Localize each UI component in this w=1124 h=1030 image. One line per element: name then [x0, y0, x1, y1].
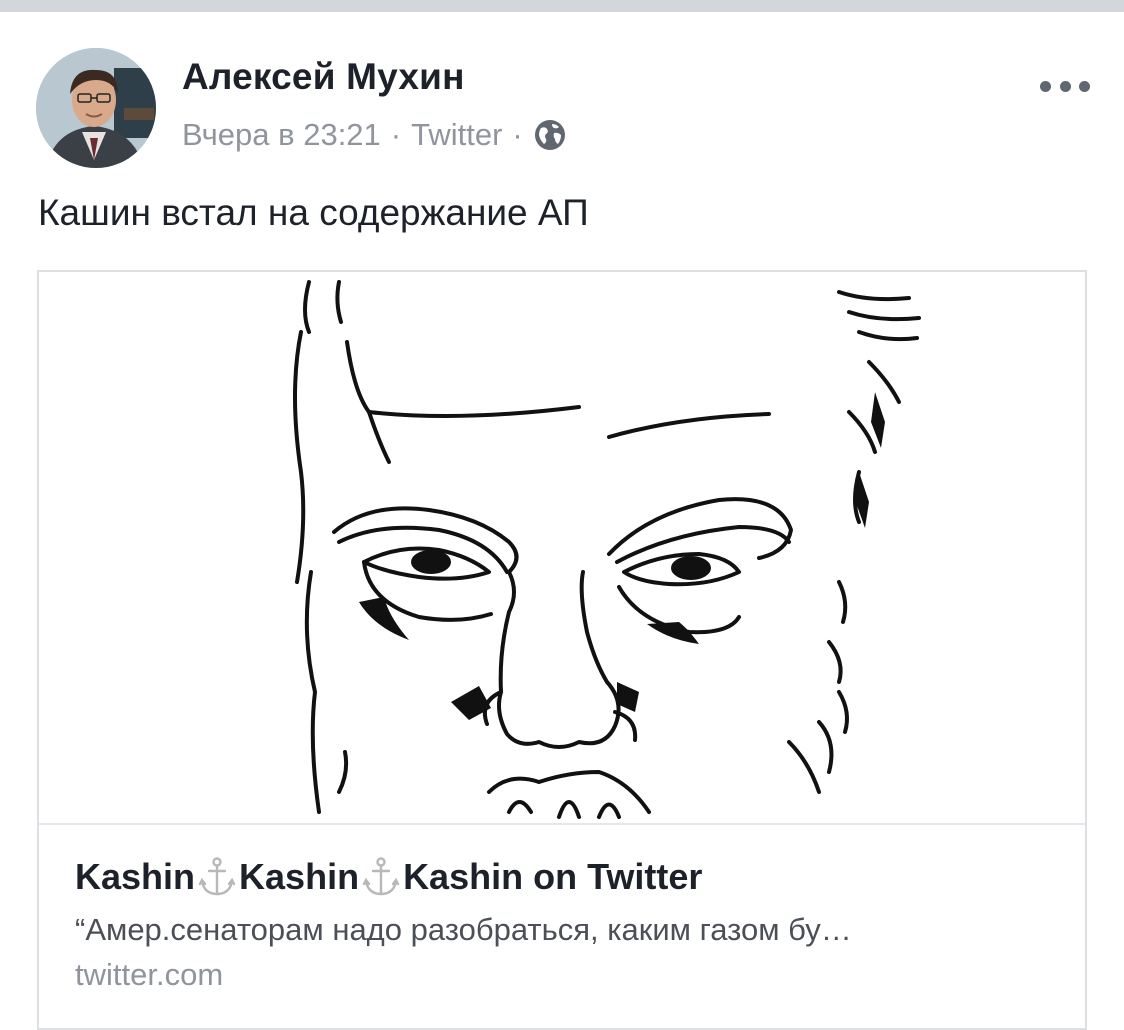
post-meta: Вчера в 23:21 · Twitter · [182, 114, 567, 156]
post-timestamp-link[interactable]: Вчера в 23:21 [182, 117, 381, 153]
meta-separator: · [390, 117, 402, 152]
link-domain: twitter.com [75, 957, 224, 992]
link-title[interactable]: Kashin Kashin Kashin on Twitter [75, 856, 702, 898]
post-text: Кашин встал на содержание АП [38, 192, 589, 233]
anchor-icon [197, 856, 237, 898]
card-divider [39, 823, 1085, 825]
post-source-link[interactable]: Twitter [411, 117, 502, 153]
globe-icon[interactable] [533, 118, 567, 152]
author-name-link[interactable]: Алексей Мухин [182, 56, 465, 98]
more-dot [1059, 80, 1071, 92]
more-dot [1040, 80, 1051, 92]
author-avatar[interactable] [36, 48, 156, 168]
link-title-part: Kashin [239, 856, 360, 897]
link-preview-card[interactable]: Kashin Kashin Kashin on Twitter “Амер.се… [37, 270, 1087, 1030]
more-options-icon[interactable] [1040, 74, 1090, 98]
link-title-part: Kashin on Twitter [403, 856, 703, 897]
link-preview-image[interactable] [39, 272, 1085, 823]
link-description: “Амер.сенаторам надо разобраться, каким … [75, 912, 852, 947]
meta-separator: · [512, 117, 523, 152]
more-dot [1079, 80, 1090, 92]
link-title-part: Kashin [75, 856, 196, 897]
anchor-icon [361, 856, 401, 898]
top-divider-bar [0, 0, 1124, 12]
